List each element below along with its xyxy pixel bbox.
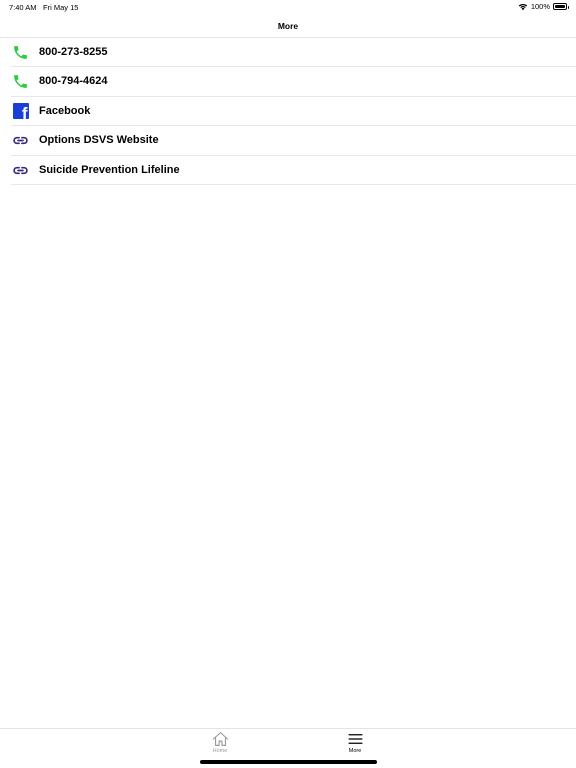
list-item-label: 800-273-8255 [39,46,108,58]
list-item-facebook[interactable]: f Facebook [0,97,576,127]
facebook-icon: f [12,103,29,120]
link-icon [12,132,29,149]
battery-percent: 100% [530,2,550,11]
list-item-phone-2[interactable]: 800-794-4624 [0,67,576,98]
menu-icon [347,734,363,744]
list-item-phone-1[interactable]: 800-273-8255 [0,38,576,68]
battery-fill [555,5,565,8]
tab-label: More [348,748,362,754]
more-list: 800-273-8255 800-794-4624 f Facebook Opt… [0,38,576,186]
status-time: 7:40 AM [9,3,37,12]
home-indicator[interactable] [200,760,377,764]
list-item-label: Suicide Prevention Lifeline [39,163,180,176]
phone-icon [12,44,29,61]
status-indicators: 100% [518,2,569,11]
tab-more[interactable]: More [325,731,385,759]
home-icon [212,732,228,746]
tab-bar: Home More [0,728,576,768]
wifi-icon [518,3,528,10]
list-item-options-dsvs-website[interactable]: Options DSVS Website [0,126,576,156]
nav-bar: More [0,14,576,38]
status-bar: 7:40 AM Fri May 15 100% [0,0,576,14]
list-item-label: Facebook [39,104,91,117]
list-item-label: 800-794-4624 [39,75,108,88]
tab-label: Home [212,748,228,754]
status-date: Fri May 15 [43,3,79,12]
phone-icon [12,73,29,90]
link-icon [12,162,29,179]
battery-icon [553,3,569,10]
list-item-suicide-prevention-lifeline[interactable]: Suicide Prevention Lifeline [0,156,576,186]
tab-home[interactable]: Home [190,731,250,759]
list-item-label: Options DSVS Website [39,134,159,147]
page-title: More [277,21,299,31]
